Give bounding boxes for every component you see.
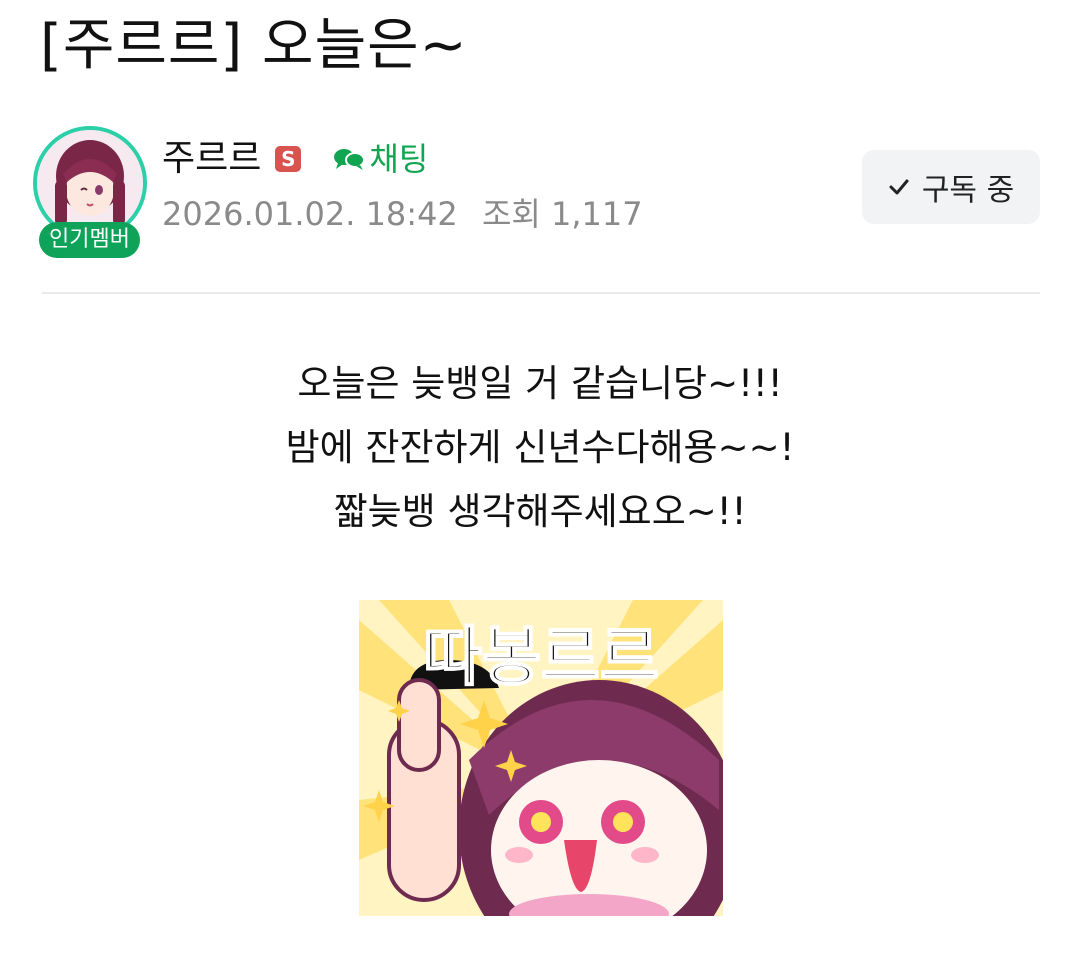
thumbs-up-sticker[interactable]: 따봉르르: [359, 600, 723, 916]
subscribe-label: 구독 중: [921, 173, 1015, 208]
level-badge: S: [275, 146, 302, 172]
post-date: 2026.01.02. 18:42: [162, 195, 458, 233]
post-title: [주르르] 오늘은~: [40, 13, 468, 78]
body-line-2: 밤에 잔잔하게 신년수다해용~~!: [285, 426, 795, 469]
check-icon: [889, 179, 909, 195]
popular-member-badge: 인기멤버: [39, 222, 140, 258]
post-meta: 2026.01.02. 18:42 조회 1,117: [162, 192, 643, 236]
chat-bubbles-icon: [334, 149, 366, 170]
divider: [42, 292, 1040, 294]
view-count: 조회 1,117: [481, 195, 643, 233]
subscribe-button[interactable]: 구독 중: [862, 150, 1040, 224]
chat-label: 채팅: [369, 140, 429, 178]
chat-button[interactable]: 채팅: [333, 136, 428, 182]
body-line-1: 오늘은 늦뱅일 거 같습니당~!!!: [297, 362, 783, 405]
author-avatar-block[interactable]: 인기멤버: [33, 126, 155, 262]
author-name[interactable]: 주르르: [162, 136, 261, 182]
post-body: 오늘은 늦뱅일 거 같습니당~!!! 밤에 잔잔하게 신년수다해용~~! 짧늦뱅…: [0, 352, 1080, 544]
author-row: 주르르 S 채팅: [162, 136, 428, 182]
sticker-text: 따봉르르: [422, 620, 660, 696]
body-line-3: 짧늦뱅 생각해주세요오~!!: [333, 490, 747, 533]
